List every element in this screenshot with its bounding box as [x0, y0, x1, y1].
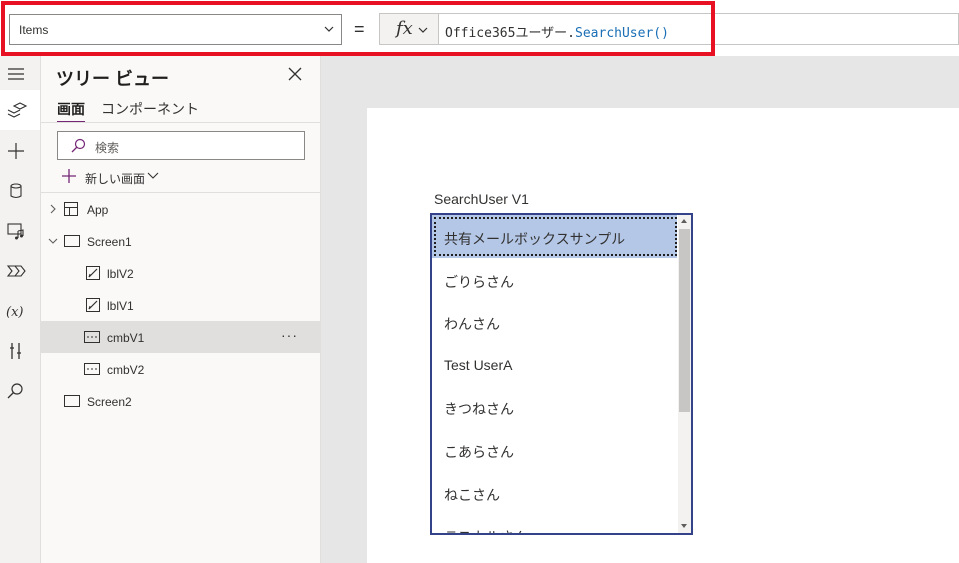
list-item[interactable]: ねこさん	[432, 471, 677, 514]
scrollbar[interactable]	[678, 215, 691, 533]
list-item-text: ラスカルさん	[444, 527, 528, 533]
plus-icon	[8, 143, 24, 159]
chevron-down-icon	[147, 172, 159, 179]
list-item[interactable]: わんさん	[432, 300, 677, 343]
left-rail: (x)	[0, 56, 41, 563]
layers-icon	[7, 102, 28, 118]
insert-button[interactable]	[0, 134, 40, 168]
canvas-area: SearchUser V1 共有メールボックスサンプル ごりらさん わんさん T…	[321, 56, 959, 563]
combobox-icon	[84, 331, 100, 343]
tree-node-screen2[interactable]: Screen2	[41, 385, 321, 417]
tree-search-input[interactable]: 検索	[57, 131, 305, 160]
app-icon	[64, 202, 78, 216]
list-item[interactable]: きつねさん	[432, 385, 677, 428]
list-item-text: きつねさん	[444, 401, 514, 417]
app-screen: SearchUser V1 共有メールボックスサンプル ごりらさん わんさん T…	[367, 108, 959, 563]
list-item[interactable]: 共有メールボックスサンプル	[432, 215, 677, 258]
divider	[41, 122, 321, 123]
list-item-text: 共有メールボックスサンプル	[444, 231, 626, 247]
tree-node-label: Screen1	[87, 235, 132, 249]
tab-components[interactable]: コンポーネント	[101, 99, 199, 123]
more-options-button[interactable]: ···	[281, 327, 298, 343]
list-item-text: ねこさん	[444, 487, 500, 503]
tree-view-button[interactable]	[0, 90, 40, 130]
list-item-text: Test UserA	[444, 357, 513, 373]
tree-view-panel: ツリー ビュー 画面 コンポーネント 検索 新しい画面 App Screen1 …	[41, 56, 321, 563]
hamburger-icon	[8, 68, 24, 80]
label-icon	[86, 298, 100, 312]
combobox-dropdown-list[interactable]: 共有メールボックスサンプル ごりらさん わんさん Test UserA きつねさ…	[430, 213, 693, 535]
media-icon	[7, 223, 24, 240]
tree-node-label: cmbV2	[107, 363, 145, 377]
scroll-up-arrow-icon[interactable]	[681, 219, 687, 223]
screen-icon	[64, 395, 80, 407]
list-item-text: ごりらさん	[444, 274, 514, 290]
panel-title: ツリー ビュー	[56, 69, 170, 89]
hamburger-menu-button[interactable]	[0, 56, 40, 90]
scroll-down-arrow-icon[interactable]	[681, 524, 687, 528]
svg-text:(x): (x)	[6, 305, 23, 320]
new-screen-label: 新しい画面	[85, 172, 146, 186]
tree-node-lblv1[interactable]: lblV1	[41, 289, 321, 321]
tree-node-cmbv2[interactable]: cmbV2	[41, 353, 321, 385]
tree-node-label: Screen2	[87, 395, 132, 409]
tree-node-app[interactable]: App	[41, 193, 321, 225]
search-placeholder: 検索	[95, 141, 120, 155]
tree-node-lblv2[interactable]: lblV2	[41, 257, 321, 289]
close-icon[interactable]	[287, 66, 303, 82]
power-automate-button[interactable]	[0, 254, 40, 288]
formula-bar: Items = fx Office365ユーザー.SearchUser()	[0, 0, 959, 56]
variables-icon: (x)	[6, 305, 23, 320]
data-button[interactable]	[0, 174, 40, 208]
highlight-frame	[1, 1, 715, 56]
tree-node-cmbv1[interactable]: cmbV1 ···	[41, 321, 321, 353]
list-item[interactable]: ごりらさん	[432, 258, 677, 301]
combo-label: SearchUser V1	[434, 191, 529, 207]
list-item[interactable]: こあらさん	[432, 428, 677, 471]
rail-search-button[interactable]	[0, 374, 40, 408]
search-icon	[71, 138, 86, 153]
plus-icon	[62, 169, 76, 183]
screen-icon	[64, 235, 80, 247]
label-icon	[86, 266, 100, 280]
chevron-down-icon[interactable]	[48, 236, 58, 246]
database-icon	[10, 183, 22, 199]
variables-button[interactable]: (x)	[0, 294, 40, 328]
scroll-thumb[interactable]	[679, 229, 690, 412]
search-icon	[7, 383, 23, 399]
tree-node-screen1[interactable]: Screen1	[41, 225, 321, 257]
tools-button[interactable]	[0, 334, 40, 368]
list-item[interactable]: Test UserA	[432, 343, 677, 386]
tools-icon	[10, 343, 21, 359]
tree-node-label: App	[87, 203, 109, 217]
list-item-text: こあらさん	[444, 444, 514, 460]
tab-screens[interactable]: 画面	[57, 99, 85, 123]
tree-node-label: lblV2	[107, 267, 134, 281]
list-item-text: わんさん	[444, 316, 500, 332]
combobox-icon	[84, 363, 100, 375]
advanced-tools-icon	[6, 265, 26, 277]
tree-node-label: lblV1	[107, 299, 134, 313]
media-button[interactable]	[0, 214, 40, 248]
list-item[interactable]: ラスカルさん	[432, 513, 677, 533]
chevron-right-icon[interactable]	[48, 204, 58, 214]
tree-node-label: cmbV1	[107, 331, 145, 345]
